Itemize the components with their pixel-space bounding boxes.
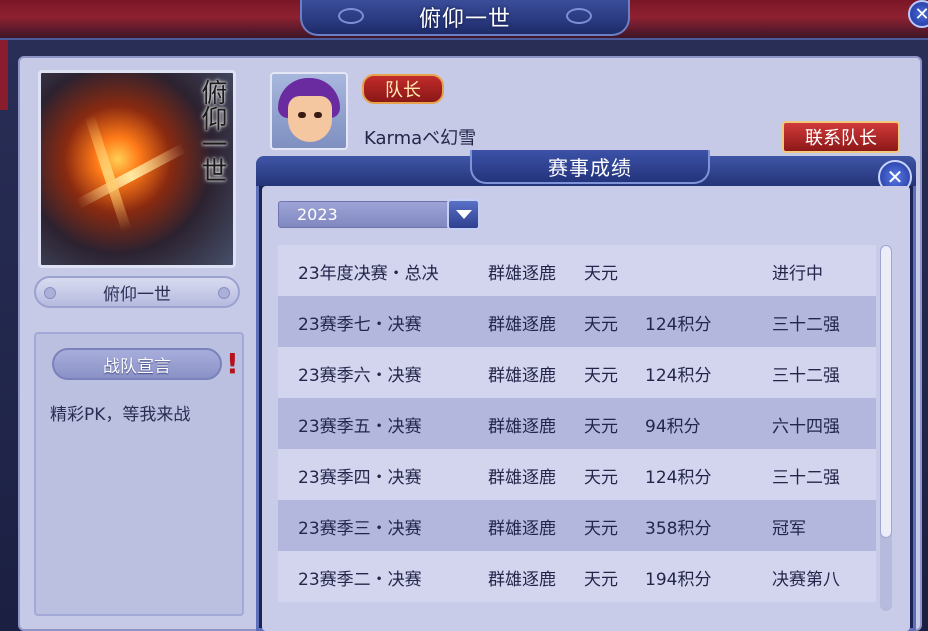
table-row[interactable]: 23赛季七・决赛 群雄逐鹿 天元 124积分 三十二强: [278, 296, 876, 347]
result-division: 群雄逐鹿: [488, 366, 556, 386]
result-event: 23赛季五・决赛: [298, 417, 422, 437]
team-name-plate: 俯仰一世: [34, 276, 240, 308]
ornament-icon: [338, 8, 364, 24]
captain-name: Karmaベ幻雪: [364, 128, 477, 149]
table-row[interactable]: 23年度决赛・总决 群雄逐鹿 天元 进行中: [278, 245, 876, 296]
portrait-calligraphy: 俯仰一世: [197, 79, 227, 183]
result-division: 群雄逐鹿: [488, 264, 556, 284]
manifesto-label-tag: 战队宣言: [52, 348, 222, 380]
captain-badge-label: 队长: [385, 80, 421, 101]
ornament-icon: [44, 287, 56, 299]
year-dropdown-button[interactable]: [447, 199, 480, 230]
result-division: 群雄逐鹿: [488, 468, 556, 488]
result-points: 194积分: [645, 570, 712, 590]
result-server: 天元: [584, 570, 618, 590]
captain-badge: 队长: [362, 74, 444, 104]
ornament-icon: [566, 8, 592, 24]
exclamation-icon[interactable]: !: [226, 348, 239, 380]
result-division: 群雄逐鹿: [488, 519, 556, 539]
result-server: 天元: [584, 264, 618, 284]
result-points: 124积分: [645, 468, 712, 488]
result-status: 六十四强: [772, 417, 840, 437]
year-select-value: 2023: [297, 205, 338, 224]
team-portrait: 俯仰一世: [38, 70, 236, 268]
ornament-icon: [218, 287, 230, 299]
result-division: 群雄逐鹿: [488, 570, 556, 590]
result-event: 23年度决赛・总决: [298, 264, 439, 284]
captain-avatar[interactable]: [270, 72, 348, 150]
result-event: 23赛季二・决赛: [298, 570, 422, 590]
result-event: 23赛季六・决赛: [298, 366, 422, 386]
results-popup-title: 赛事成绩: [548, 155, 632, 180]
result-status: 冠军: [772, 519, 806, 539]
portrait-art: [75, 143, 187, 209]
table-row[interactable]: 23赛季五・决赛 群雄逐鹿 天元 94积分 六十四强: [278, 398, 876, 449]
result-event: 23赛季三・决赛: [298, 519, 422, 539]
result-server: 天元: [584, 519, 618, 539]
result-server: 天元: [584, 315, 618, 335]
scrollbar-thumb[interactable]: [880, 245, 892, 538]
window-side-band: [0, 40, 8, 110]
result-event: 23赛季四・决赛: [298, 468, 422, 488]
result-event: 23赛季七・决赛: [298, 315, 422, 335]
chevron-down-icon: [455, 210, 472, 219]
result-points: 124积分: [645, 366, 712, 386]
result-server: 天元: [584, 468, 618, 488]
result-status: 三十二强: [772, 468, 840, 488]
table-row[interactable]: 23赛季三・决赛 群雄逐鹿 天元 358积分 冠军: [278, 500, 876, 551]
table-row[interactable]: 23赛季四・决赛 群雄逐鹿 天元 124积分 三十二强: [278, 449, 876, 500]
window-close-button[interactable]: ✕: [908, 0, 928, 28]
window-title-plate: 俯仰一世: [300, 0, 630, 36]
table-row[interactable]: 23赛季二・决赛 群雄逐鹿 天元 194积分 决赛第八: [278, 551, 876, 602]
avatar-eye: [314, 112, 322, 118]
result-server: 天元: [584, 417, 618, 437]
manifesto-text: 精彩PK，等我来战: [50, 405, 191, 425]
results-list[interactable]: 23年度决赛・总决 群雄逐鹿 天元 进行中 23赛季七・决赛 群雄逐鹿 天元 124积分 三十二…: [278, 245, 876, 611]
result-division: 群雄逐鹿: [488, 417, 556, 437]
contact-captain-label: 联系队长: [805, 128, 877, 149]
contact-captain-button[interactable]: 联系队长: [782, 121, 900, 153]
result-status: 决赛第八: [772, 570, 840, 590]
result-status: 进行中: [772, 264, 823, 284]
window-title: 俯仰一世: [418, 7, 511, 32]
manifesto-label: 战队宣言: [103, 356, 171, 377]
result-division: 群雄逐鹿: [488, 315, 556, 335]
team-name: 俯仰一世: [103, 284, 171, 305]
result-status: 三十二强: [772, 366, 840, 386]
avatar-eye: [298, 112, 306, 118]
result-server: 天元: [584, 366, 618, 386]
avatar-face: [288, 96, 332, 142]
table-row[interactable]: 23赛季六・决赛 群雄逐鹿 天元 124积分 三十二强: [278, 347, 876, 398]
result-status: 三十二强: [772, 315, 840, 335]
result-points: 124积分: [645, 315, 712, 335]
result-points: 358积分: [645, 519, 712, 539]
result-points: 94积分: [645, 417, 701, 437]
results-popup-title-plate: 赛事成绩: [470, 150, 710, 184]
